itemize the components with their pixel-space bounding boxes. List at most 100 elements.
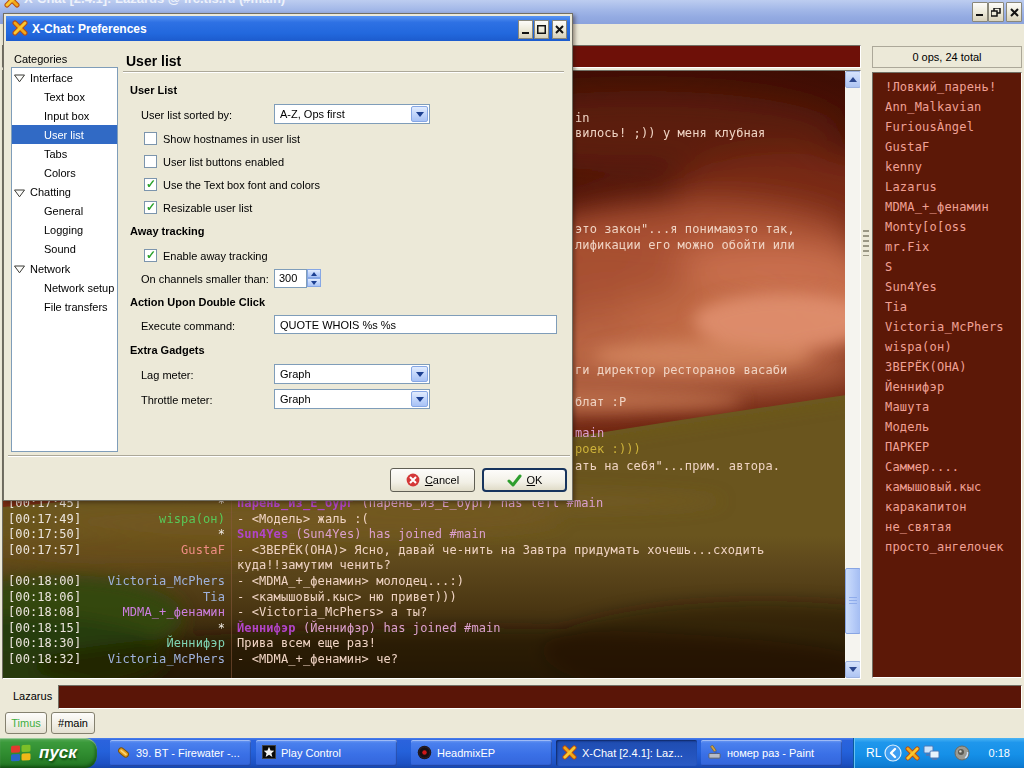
scrollbar-thumb[interactable] [845,568,861,634]
preferences-dialog: X-Chat: Preferences Categories Interface… [3,13,573,501]
userlist-item[interactable]: просто_ангелочек [885,540,1004,554]
userlist-item[interactable]: не_святая [885,520,952,534]
checkbox-label[interactable]: Resizable user list [163,202,252,214]
execute-command-input[interactable]: QUOTE WHOIS %s %s [274,315,557,334]
checkbox-label[interactable]: Show hostnames in user list [163,133,300,145]
ok-button[interactable]: OK [482,468,567,492]
tree-item-text-box[interactable]: Text box [12,87,117,106]
language-indicator[interactable]: RL [866,746,881,760]
sorted-by-combo[interactable]: A-Z, Ops first [274,104,430,124]
userlist-item[interactable]: ПАРКЕР [885,440,930,454]
scroll-up-button[interactable] [845,71,861,88]
lag-meter-combo[interactable]: Graph [274,364,430,384]
tree-item-colors[interactable]: Colors [12,164,117,183]
start-button[interactable]: пуск [0,738,97,768]
main-restore-button[interactable] [988,2,1004,22]
userlist-item[interactable]: FuriousÀngel [885,120,974,134]
userlist-item[interactable]: GustaF [885,140,930,154]
tray-collapse-chevron-icon[interactable] [884,744,902,762]
dialog-maximize-button[interactable] [534,20,549,39]
spinner-buttons [307,269,321,288]
ok-icon [507,474,522,487]
userlist-item[interactable]: Tia [885,300,907,314]
tree-item-chatting[interactable]: Chatting [12,183,117,202]
checkbox-label[interactable]: User list buttons enabled [163,156,284,168]
taskbar-button-xchat[interactable]: X-Chat [2.4.1]: Laz... [556,740,697,766]
checkbox-label[interactable]: Enable away tracking [163,250,268,262]
userlist-item[interactable]: Monty[o[oss [885,220,967,234]
checkbox-resizable-user-list[interactable]: ✓ [144,201,157,214]
userlist-item[interactable]: kenny [885,160,922,174]
userlist-item[interactable]: Саммер.... [885,460,959,474]
tray-network-icon[interactable] [923,745,940,761]
dialog-minimize-button[interactable] [518,20,533,39]
chat-row: [00:18:00]Victoria_McPhers- <MDMA_+_фена… [3,574,848,590]
xchat-dialog-icon [12,20,28,36]
userlist-item[interactable]: Sun4Yes [885,280,937,294]
checkbox-use-the-text-box-font-and-colors[interactable]: ✓ [144,178,157,191]
combo-dropdown-icon[interactable] [411,366,428,382]
tree-item-general[interactable]: General [12,202,117,221]
tree-item-network-setup[interactable]: Network setup [12,278,117,297]
tab-channel-main[interactable]: #main [51,712,95,734]
userlist-item[interactable]: S [885,260,892,274]
checkbox-show-hostnames-in-user-list[interactable] [144,132,157,145]
checkbox-enable-away-tracking[interactable]: ✓ [144,249,157,262]
userlist-item[interactable]: каракапитон [885,500,967,514]
taskbar-button-winamp[interactable]: 39. BT - Firewater -... [110,740,251,766]
throttle-meter-combo[interactable]: Graph [274,389,430,409]
tree-item-sound[interactable]: Sound [12,240,117,259]
scroll-down-button[interactable] [845,661,861,678]
xchat-icon [562,745,577,762]
main-minimize-button[interactable] [972,2,988,22]
userlist-item[interactable]: ЗВЕРЁК(ОНА) [885,360,967,374]
paint-icon [707,745,722,762]
userlist-item[interactable]: Victoria_McPhers [885,320,1004,334]
tree-expander-icon[interactable] [14,188,25,200]
categories-tree[interactable]: InterfaceText boxInput boxUser listTabsC… [11,67,118,452]
tree-item-network[interactable]: Network [12,259,117,278]
dialog-titlebar[interactable]: X-Chat: Preferences [6,16,570,41]
tray-volume-icon[interactable] [954,745,970,761]
userlist-item[interactable]: Модель [885,420,930,434]
tray-xchat-icon[interactable] [905,746,920,761]
dialog-close-button[interactable] [552,20,567,39]
chat-scrollbar[interactable] [845,71,861,678]
userlist-item[interactable]: !Ловкий_парень! [885,80,996,94]
checkbox-label[interactable]: Use the Text box font and colors [163,179,320,191]
tree-item-file-transfers[interactable]: File transfers [12,297,117,316]
userlist-panel[interactable]: !Ловкий_парень! Ann_Malkavian FuriousÀngel… [872,72,1022,678]
userlist-item[interactable]: MDMA_+_фенамин [885,200,989,214]
pane-divider-grip[interactable] [863,230,869,256]
main-close-button[interactable] [1006,2,1022,22]
combo-dropdown-icon[interactable] [411,106,428,122]
spin-up-button[interactable] [307,269,321,278]
userlist-item[interactable]: Йеннифэр [885,380,944,394]
userlist-item[interactable]: Машута [885,400,930,414]
tree-item-interface[interactable]: Interface [12,68,117,87]
userlist-item[interactable]: Lazarus [885,180,937,194]
tree-expander-icon[interactable] [14,264,25,276]
checkbox-user-list-buttons-enabled[interactable] [144,155,157,168]
userlist-item[interactable]: камышовый.кыс [885,480,982,494]
message-input[interactable] [58,685,1022,709]
spin-down-button[interactable] [307,278,321,287]
channels-spinner[interactable]: 300 [274,269,307,288]
combo-dropdown-icon[interactable] [411,391,428,407]
cancel-button[interactable]: Cancel [390,468,475,492]
tab-server-timus[interactable]: Timus [5,712,47,734]
userlist-item[interactable]: Ann_Malkavian [885,100,982,114]
tree-item-user-list[interactable]: User list [12,125,117,144]
tree-item-tabs[interactable]: Tabs [12,144,117,163]
tree-expander-icon[interactable] [14,73,25,85]
userlist-item[interactable]: mr.Fix [885,240,930,254]
tree-item-input-box[interactable]: Input box [12,106,117,125]
taskbar-button-play-control[interactable]: Play Control [256,740,397,766]
tree-item-logging[interactable]: Logging [12,221,117,240]
cancel-icon [406,473,420,487]
taskbar-button-vinyl[interactable]: HeadmixEP [411,740,552,766]
userlist-item[interactable]: wispa(он) [885,340,952,354]
taskbar-button-paint[interactable]: номер раз - Paint [701,740,842,766]
page-title-separator [123,71,564,73]
vinyl-icon [417,745,432,762]
